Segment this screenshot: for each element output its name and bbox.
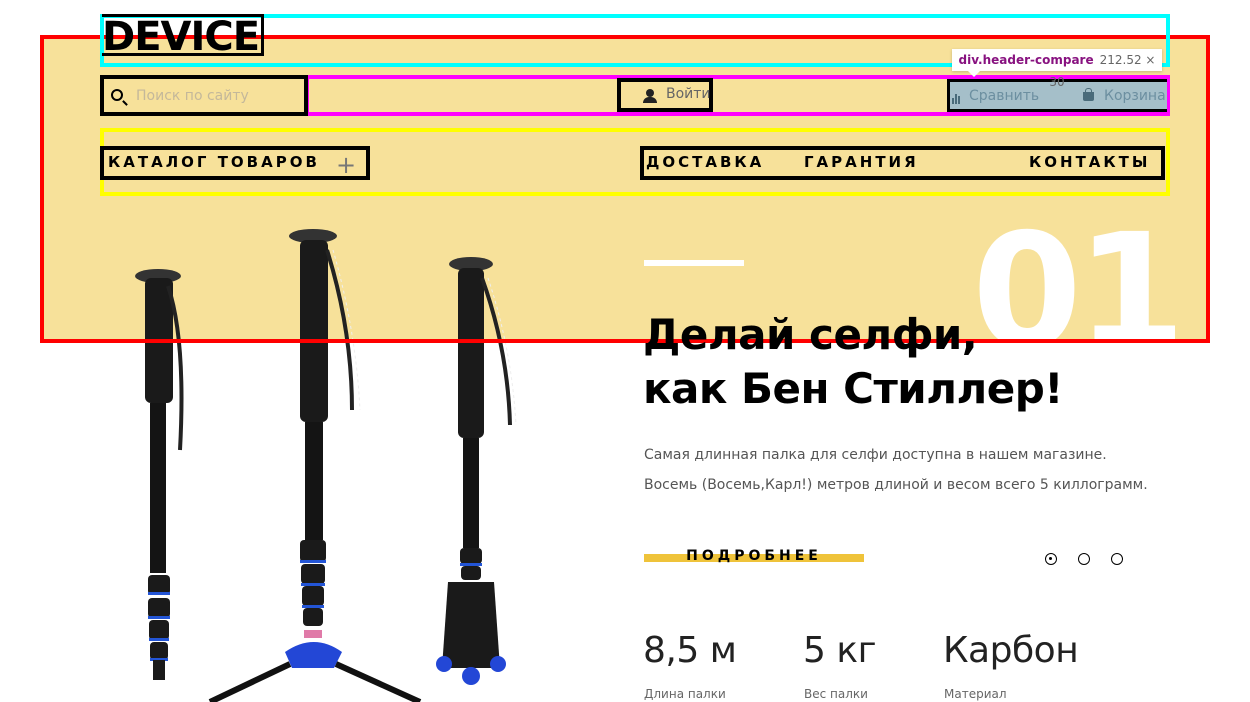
- spec-material-label: Материал: [944, 687, 1007, 701]
- spec-length-value: 8,5 м: [643, 630, 737, 671]
- compare-label: Сравнить: [969, 88, 1040, 104]
- devtools-tooltip: div.header-compare 212.52 × 30: [952, 49, 1162, 89]
- logo[interactable]: DEVICE: [102, 14, 265, 57]
- search-box: [100, 75, 308, 116]
- catalog-button[interactable]: КАТАЛОГ ТОВАРОВ +: [100, 146, 370, 180]
- nav-item-delivery[interactable]: ДОСТАВКА: [646, 153, 764, 171]
- main-nav: ДОСТАВКА ГАРАНТИЯ КОНТАКТЫ: [640, 146, 1165, 180]
- nav-item-warranty[interactable]: ГАРАНТИЯ: [804, 153, 919, 171]
- slide-description-line-1: Самая длинная палка для селфи доступна в…: [644, 447, 1107, 463]
- cart-label: Корзина: [1104, 88, 1166, 104]
- compare-link[interactable]: Сравнить: [952, 88, 1039, 104]
- spec-length-label: Длина палки: [644, 687, 726, 701]
- spec-material-value: Карбон: [943, 630, 1079, 671]
- nav-item-contacts[interactable]: КОНТАКТЫ: [1029, 153, 1150, 171]
- catalog-label: КАТАЛОГ ТОВАРОВ: [108, 153, 320, 171]
- slide-title-line-1: Делай селфи,: [643, 310, 978, 359]
- slider-dot-1[interactable]: [1045, 553, 1057, 565]
- search-input[interactable]: [136, 85, 296, 107]
- slide-description: Самая длинная палка для селфи доступна в…: [644, 440, 1184, 500]
- slider-dot-2[interactable]: [1078, 553, 1090, 565]
- slide-description-line-2: Восемь (Восемь,Карл!) метров длиной и ве…: [644, 477, 1148, 493]
- cart-link[interactable]: Корзина: [1083, 87, 1166, 104]
- spec-weight-value: 5 кг: [803, 630, 877, 671]
- more-button[interactable]: ПОДРОБНЕЕ: [644, 548, 864, 564]
- spec-weight-label: Вес палки: [804, 687, 868, 701]
- login-label: Войти: [666, 86, 711, 102]
- slide-title-line-2: как Бен Стиллер!: [643, 364, 1063, 413]
- login-button[interactable]: Войти: [617, 78, 713, 112]
- cart-icon: [1083, 87, 1094, 101]
- chart-icon: [952, 88, 961, 104]
- devtools-tooltip-tag: div.header-compare: [958, 53, 1094, 67]
- slider-dot-3[interactable]: [1111, 553, 1123, 565]
- slide-title: Делай селфи, как Бен Стиллер!: [643, 308, 1163, 416]
- plus-icon: +: [336, 151, 357, 179]
- user-icon: [643, 89, 657, 103]
- search-icon[interactable]: [111, 89, 123, 101]
